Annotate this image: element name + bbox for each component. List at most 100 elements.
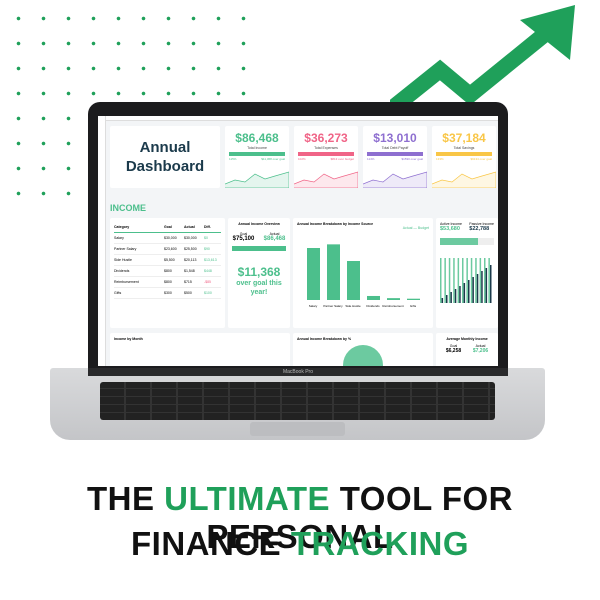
- bar: [387, 298, 400, 300]
- kpi-value: $36,273: [304, 131, 348, 145]
- bar-label: Reimbursement: [382, 304, 403, 308]
- trackpad: [250, 422, 345, 436]
- income-pct-breakdown: Annual Income Breakdown by %: [293, 333, 433, 366]
- bar-label: Gifts: [410, 304, 417, 308]
- table-row: Reimbursement $800 $715 -$85: [114, 277, 221, 288]
- bar-chart: Salary Partner Salary Side Hustle Dividends…: [307, 244, 420, 308]
- month-bar: [466, 258, 468, 303]
- kpi-sparkline: [225, 171, 289, 188]
- passive-value: $22,788: [469, 226, 490, 232]
- month-bar: [475, 258, 477, 303]
- kpi-sparkline: [363, 171, 427, 188]
- income-breakdown-chart: Annual Income Breakdown by Income Source…: [293, 218, 433, 328]
- kpi-value: $13,010: [373, 131, 417, 145]
- kpi-card: $37,184 Total Savings 133% $9134 over goal: [432, 126, 496, 188]
- income-table: Category Goal Actual Diff. Salary $30,000 $30,…: [110, 218, 225, 328]
- kpi-note: $813 over budget: [330, 157, 354, 161]
- month-bar-passive: [459, 286, 461, 303]
- income-by-month-title: Income by Month: [114, 337, 143, 341]
- month-bar-passive: [476, 274, 479, 303]
- kpi-pct: 115%: [229, 157, 237, 161]
- avg-actual: $7,206: [472, 348, 489, 354]
- month-bar: [457, 258, 460, 303]
- month-bar: [479, 258, 482, 303]
- month-bar: [444, 258, 446, 303]
- month-bar-passive: [490, 265, 492, 303]
- kpi-pct: 133%: [436, 157, 444, 161]
- table-header: Category Goal Actual Diff.: [114, 222, 221, 233]
- month-bar: [484, 258, 486, 303]
- dashboard-spreadsheet: Annual Dashboard $86,468 Total Income 115% $…: [98, 116, 498, 366]
- laptop-screen: Annual Dashboard $86,468 Total Income 115% $…: [88, 102, 508, 372]
- goal-value: $75,100: [232, 236, 255, 242]
- active-value: $53,680: [440, 226, 460, 232]
- avg-title: Average Monthly Income: [446, 337, 488, 341]
- bar-label: Salary: [309, 304, 318, 308]
- dashboard-title: Annual Dashboard: [110, 126, 220, 188]
- kpi-note: $11,368 over goal: [261, 157, 285, 161]
- kpi-card: $86,468 Total Income 115% $11,368 over goal: [225, 126, 289, 188]
- monthly-bars: [440, 258, 492, 303]
- actual-value: $86,468: [263, 236, 286, 242]
- kpi-progress: [229, 152, 285, 156]
- kpi-progress: [367, 152, 423, 156]
- overview-title: Annual Income Overview: [238, 222, 280, 226]
- kpi-pct: 114%: [367, 157, 375, 161]
- month-bar-passive: [481, 271, 483, 303]
- kpi-card: $36,273 Total Expenses 102% $813 over budge…: [294, 126, 358, 188]
- income-section-title: INCOME: [110, 203, 146, 213]
- bar-label: Side Hustle: [345, 304, 361, 308]
- bar-label: Dividends: [366, 304, 380, 308]
- month-bar-passive: [463, 283, 466, 303]
- month-bar: [488, 258, 490, 303]
- bar: [347, 261, 360, 300]
- pct-breakdown-title: Annual Income Breakdown by %: [297, 337, 352, 341]
- avg-goal: $6,258: [445, 348, 462, 354]
- keyboard: [100, 382, 495, 420]
- active-passive-income: Active Income $53,680 Passive Income $22,78…: [436, 218, 498, 328]
- month-bar: [462, 258, 464, 303]
- month-bar: [470, 258, 473, 303]
- month-bar-passive: [454, 289, 457, 303]
- kpi-progress: [436, 152, 492, 156]
- month-bar-passive: [485, 268, 488, 303]
- table-row: Salary $30,000 $30,000 $0: [114, 233, 221, 244]
- table-row: Dividends $800 $1,548 $448: [114, 266, 221, 277]
- table-row: Gifts $300 $500 $100: [114, 288, 221, 299]
- month-bar: [448, 258, 451, 303]
- kpi-label: Total Expenses: [314, 146, 338, 150]
- kpi-value: $86,468: [235, 131, 279, 145]
- kpi-sparkline: [294, 171, 358, 188]
- month-bar: [453, 258, 455, 303]
- laptop-label: MacBook Pro: [88, 368, 508, 376]
- kpi-value: $37,184: [442, 131, 486, 145]
- bar: [367, 295, 380, 300]
- month-bar-passive: [441, 298, 444, 303]
- table-row: Partner Salary $23,600 $25,500 $90: [114, 244, 221, 255]
- month-bar-passive: [468, 280, 470, 303]
- kpi-note: $9134 over goal: [470, 157, 492, 161]
- over-goal-message: over goal this year!: [236, 280, 282, 296]
- active-passive-bar: [440, 238, 494, 245]
- month-bar-passive: [472, 277, 474, 303]
- kpi-progress: [298, 152, 354, 156]
- column-header: [98, 116, 498, 121]
- kpi-note: $1590 over goal: [401, 157, 423, 161]
- headline-line2: FINANCE TRACKING: [131, 525, 469, 562]
- month-bar-passive: [446, 295, 448, 303]
- income-by-month: Income by Month: [110, 333, 290, 366]
- bar: [307, 248, 320, 300]
- avg-monthly-income: Average Monthly Income Goal $6,258 Actual $7…: [436, 333, 498, 366]
- bar: [327, 244, 340, 300]
- kpi-label: Total Savings: [453, 146, 475, 150]
- bar: [407, 298, 420, 300]
- month-bar: [440, 258, 442, 303]
- table-row: Side Hustle $5,500 $20,113 $13,613: [114, 255, 221, 266]
- kpi-card: $13,010 Total Debt Payoff 114% $1590 over g…: [363, 126, 427, 188]
- kpi-label: Total Debt Payoff: [381, 146, 409, 150]
- month-bar-passive: [450, 292, 452, 303]
- row-numbers: [98, 116, 106, 366]
- income-overview: Annual Income Overview Goal $75,100 Actual…: [228, 218, 290, 328]
- overview-progress: [232, 246, 286, 251]
- bar-label: Partner Salary: [323, 304, 343, 308]
